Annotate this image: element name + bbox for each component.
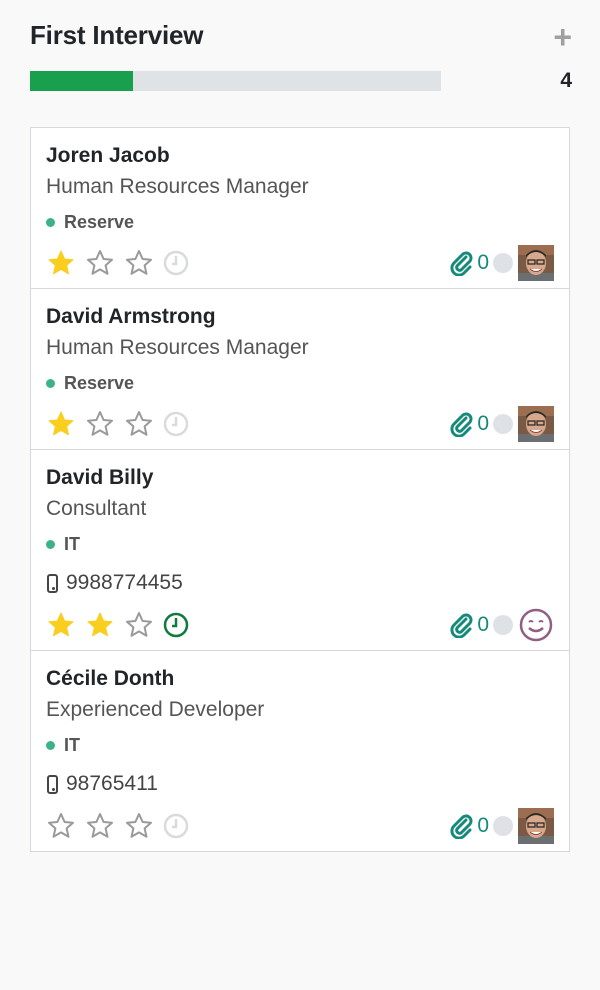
user-avatar-photo[interactable] <box>518 245 554 281</box>
tag: Reserve <box>46 367 554 399</box>
applicant-card[interactable]: David Billy Consultant IT 9988774455 0 <box>30 449 570 650</box>
star-filled-icon[interactable] <box>46 610 76 640</box>
column-header: First Interview + <box>30 20 572 54</box>
kanban-state-icon[interactable] <box>493 615 513 635</box>
star-filled-icon[interactable] <box>46 409 76 439</box>
mobile-phone-icon <box>47 573 58 593</box>
applicant-name: Cécile Donth <box>46 667 175 690</box>
attachment-count: 0 <box>477 412 489 435</box>
applicant-name: David Armstrong <box>46 305 216 328</box>
paperclip-icon[interactable] <box>449 813 475 839</box>
star-filled-icon[interactable] <box>46 248 76 278</box>
tag-dot-icon <box>46 539 55 549</box>
star-empty-icon[interactable] <box>46 811 76 841</box>
phone: 9988774455 <box>46 566 554 600</box>
activity-clock-icon[interactable] <box>163 250 189 276</box>
activity-clock-icon[interactable] <box>163 411 189 437</box>
card-footer: 0 <box>46 238 554 288</box>
user-avatar-photo[interactable] <box>518 406 554 442</box>
user-avatar-photo[interactable] <box>518 808 554 844</box>
star-empty-icon[interactable] <box>85 409 115 439</box>
star-filled-icon[interactable] <box>85 610 115 640</box>
progress-fill <box>30 71 133 91</box>
job-title: Human Resources Manager <box>46 175 309 198</box>
star-empty-icon[interactable] <box>124 409 154 439</box>
plus-icon[interactable]: + <box>553 20 572 54</box>
tag-dot-icon <box>46 740 55 750</box>
card-footer: 0 <box>46 399 554 449</box>
phone: 98765411 <box>46 767 554 801</box>
column-progress: 4 <box>30 69 572 92</box>
activity-clock-icon[interactable] <box>163 612 189 638</box>
star-empty-icon[interactable] <box>85 248 115 278</box>
record-count: 4 <box>560 69 572 92</box>
activity-clock-icon[interactable] <box>163 813 189 839</box>
kanban-state-icon[interactable] <box>493 816 513 836</box>
applicant-name: David Billy <box>46 466 154 489</box>
kanban-cards: Joren Jacob Human Resources Manager Reserv… <box>30 127 570 852</box>
tag-label: Reserve <box>64 373 135 393</box>
applicant-card[interactable]: Joren Jacob Human Resources Manager Reserv… <box>30 127 570 288</box>
progress-bar[interactable] <box>30 71 441 91</box>
card-footer: 0 <box>46 801 554 851</box>
phone-number: 9988774455 <box>66 571 183 594</box>
tag: IT <box>46 528 554 560</box>
attachment-count: 0 <box>477 613 489 636</box>
applicant-card[interactable]: David Armstrong Human Resources Manager Re… <box>30 288 570 449</box>
mobile-phone-icon <box>47 774 58 794</box>
tag-label: IT <box>64 534 80 554</box>
star-empty-icon[interactable] <box>124 248 154 278</box>
applicant-name: Joren Jacob <box>46 144 170 167</box>
applicant-card[interactable]: Cécile Donth Experienced Developer IT 98765… <box>30 650 570 852</box>
tag: Reserve <box>46 206 554 238</box>
star-empty-icon[interactable] <box>124 610 154 640</box>
attachment-count: 0 <box>477 251 489 274</box>
tag-dot-icon <box>46 217 55 227</box>
card-footer: 0 <box>46 600 554 650</box>
paperclip-icon[interactable] <box>449 411 475 437</box>
star-empty-icon[interactable] <box>85 811 115 841</box>
tag-label: IT <box>64 735 80 755</box>
kanban-state-icon[interactable] <box>493 253 513 273</box>
attachment-count: 0 <box>477 814 489 837</box>
job-title: Experienced Developer <box>46 698 265 721</box>
paperclip-icon[interactable] <box>449 612 475 638</box>
tag: IT <box>46 729 554 761</box>
tag-label: Reserve <box>64 212 135 232</box>
star-empty-icon[interactable] <box>124 811 154 841</box>
phone-number: 98765411 <box>66 772 158 795</box>
column-title: First Interview <box>30 20 204 50</box>
job-title: Human Resources Manager <box>46 336 309 359</box>
smiley-avatar-icon[interactable] <box>518 607 554 643</box>
tag-dot-icon <box>46 378 55 388</box>
job-title: Consultant <box>46 497 147 520</box>
paperclip-icon[interactable] <box>449 250 475 276</box>
kanban-state-icon[interactable] <box>493 414 513 434</box>
